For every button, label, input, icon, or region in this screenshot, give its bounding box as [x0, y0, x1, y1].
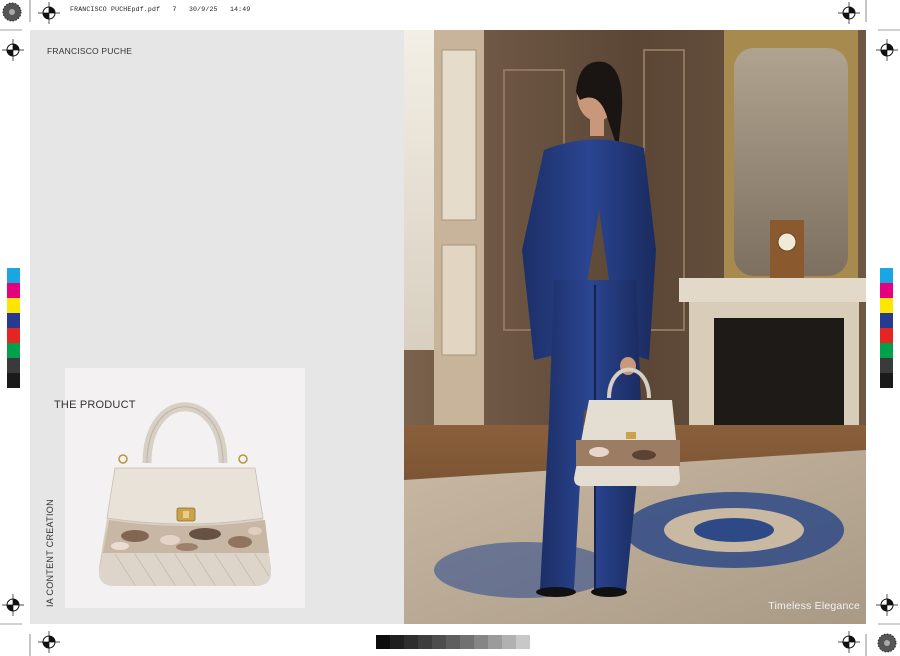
color-swatch [7, 328, 20, 343]
color-bar-left [7, 268, 20, 388]
side-label: IA CONTENT CREATION [45, 499, 55, 607]
product-title: THE PRODUCT [54, 399, 136, 411]
color-swatch [880, 358, 893, 373]
gray-step [460, 635, 474, 649]
gray-step [432, 635, 446, 649]
color-swatch [7, 343, 20, 358]
registration-mark-right-lower [876, 594, 898, 616]
gray-step [502, 635, 516, 649]
gray-step [516, 635, 530, 649]
color-swatch [7, 268, 20, 283]
color-swatch [7, 298, 20, 313]
color-swatch [7, 283, 20, 298]
gray-step [390, 635, 404, 649]
gray-step [418, 635, 432, 649]
interior-scene [404, 30, 866, 624]
registration-mark-left-upper [2, 39, 24, 61]
registration-mark-right-upper [876, 39, 898, 61]
color-swatch [7, 313, 20, 328]
gray-step-bar [376, 635, 530, 649]
color-swatch [7, 373, 20, 388]
registration-mark-bottom-left [38, 631, 60, 653]
star-target-bottom-right [877, 633, 897, 653]
registration-mark-left-lower [2, 594, 24, 616]
registration-mark-top-right [838, 2, 860, 24]
registration-mark-bottom-right [838, 631, 860, 653]
color-swatch [7, 358, 20, 373]
gray-step [474, 635, 488, 649]
photo-caption: Timeless Elegance [768, 600, 860, 612]
color-swatch [880, 343, 893, 358]
brand-name: FRANCISCO PUCHE [47, 46, 133, 56]
color-bar-right [880, 268, 893, 388]
gray-step [404, 635, 418, 649]
editorial-photo: Timeless Elegance [404, 30, 866, 624]
gray-step [446, 635, 460, 649]
color-swatch [880, 373, 893, 388]
color-swatch [880, 298, 893, 313]
gray-step [488, 635, 502, 649]
color-swatch [880, 313, 893, 328]
registration-mark-top-left [38, 2, 60, 24]
gray-step [376, 635, 390, 649]
color-swatch [880, 283, 893, 298]
color-swatch [880, 268, 893, 283]
star-target-top-left [2, 2, 22, 22]
color-swatch [880, 328, 893, 343]
